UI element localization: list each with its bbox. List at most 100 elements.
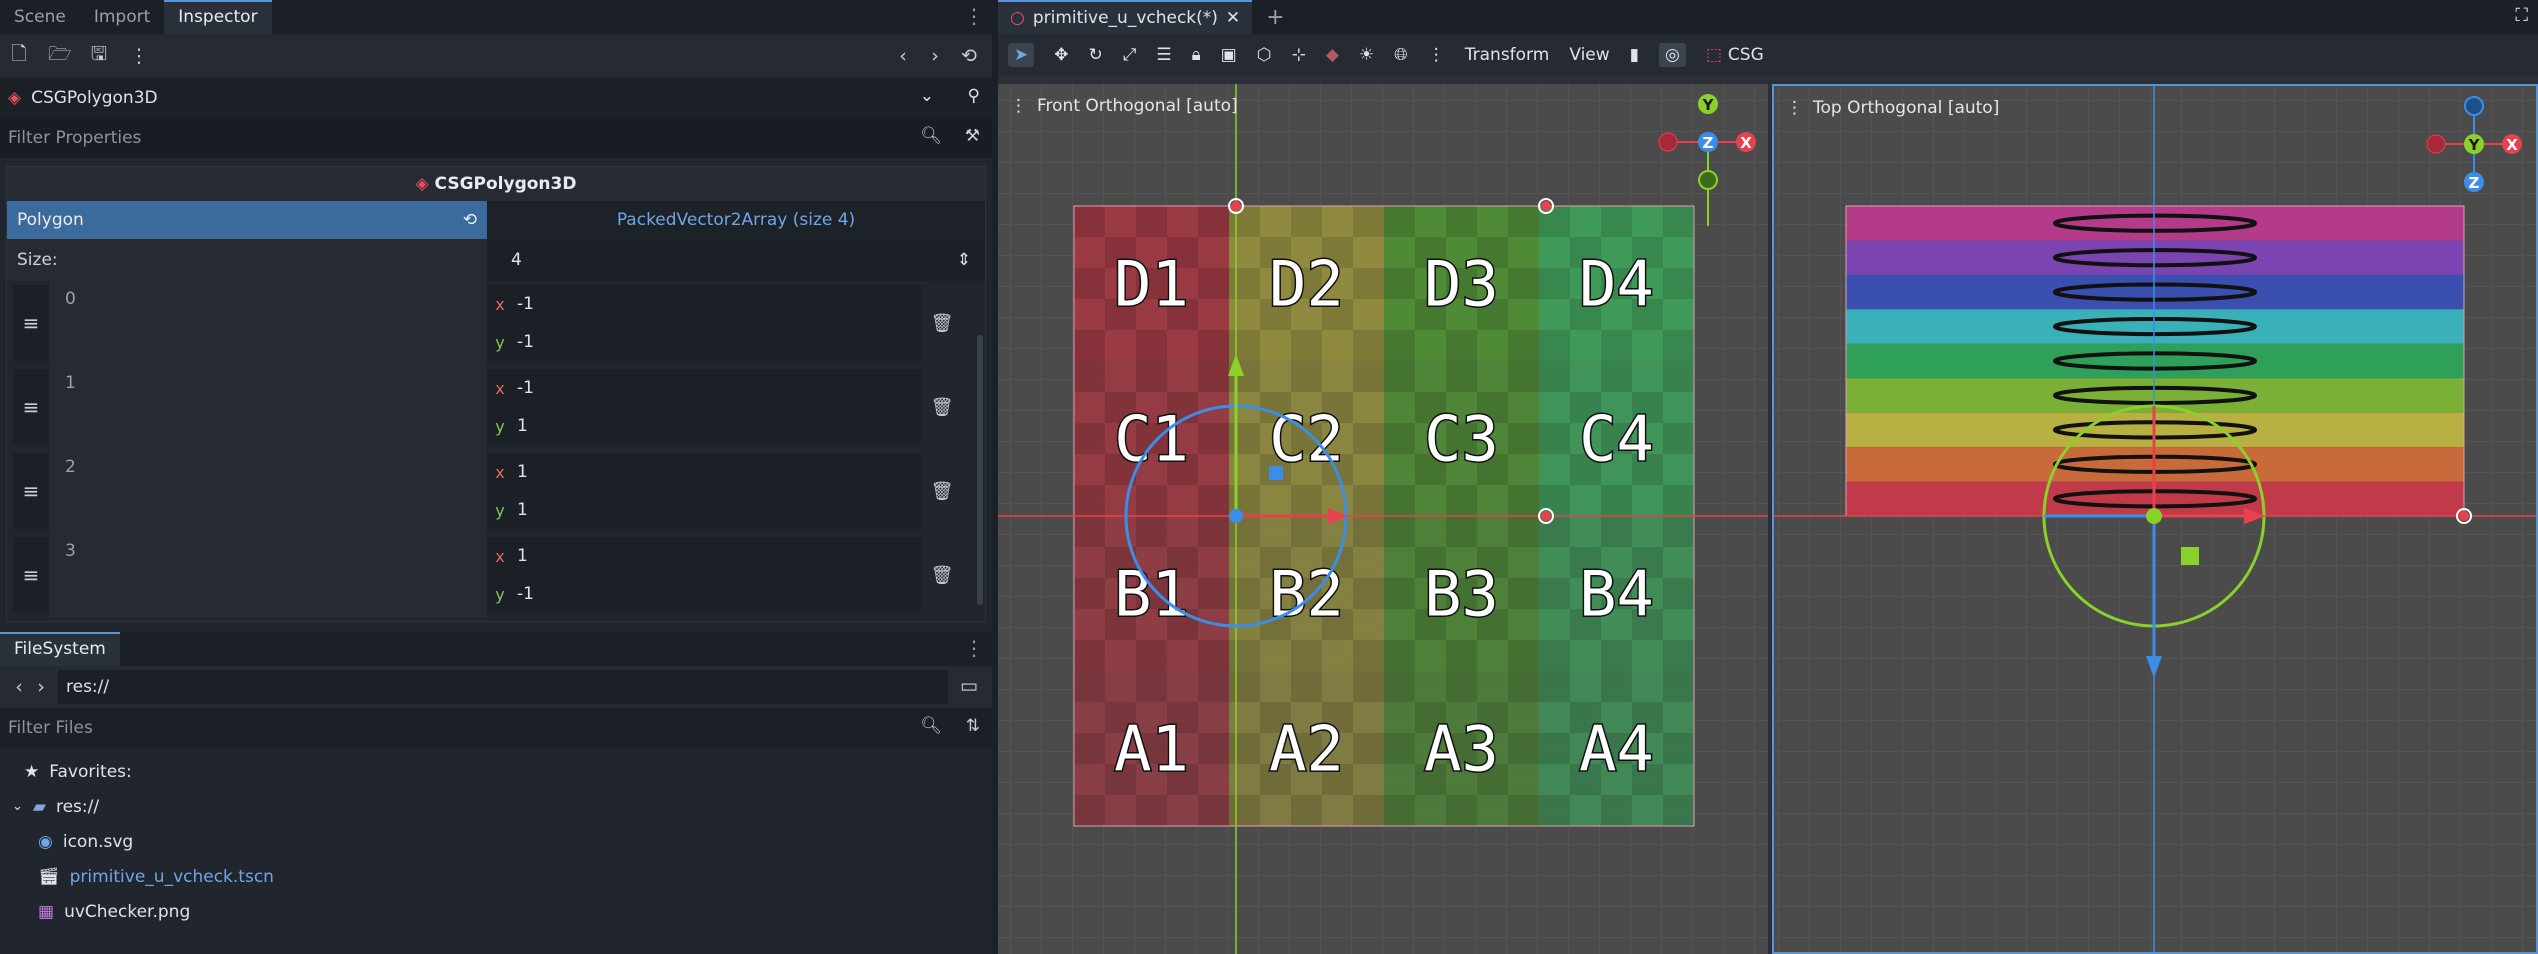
revert-icon[interactable]: ⟲: [463, 201, 477, 239]
view-menu[interactable]: View: [1569, 45, 1609, 65]
vector2-field[interactable]: x1 y -1: [487, 537, 921, 613]
more-icon[interactable]: ⋮: [128, 45, 150, 67]
favorites-item[interactable]: ★ Favorites:: [0, 754, 992, 789]
gizmo-neg-z-button[interactable]: [2464, 96, 2484, 116]
drag-handle-icon[interactable]: ≡: [13, 285, 49, 361]
polygon-value[interactable]: PackedVector2Array (size 4): [487, 201, 985, 239]
y-value[interactable]: 1: [513, 500, 528, 520]
x-value[interactable]: -1: [513, 378, 534, 398]
x-value[interactable]: 1: [513, 546, 528, 566]
chevron-down-icon[interactable]: ⌄: [920, 86, 934, 106]
front-viewport-menu[interactable]: ⋮ Front Orthogonal [auto]: [1010, 96, 1238, 116]
top-viewport[interactable]: Y X Z ⋮ Top Orthogonal [auto]: [1772, 84, 2538, 954]
plane-handle[interactable]: [1269, 466, 1283, 480]
top-viewport-canvas[interactable]: Y X Z: [1774, 86, 2536, 952]
move-tool-icon[interactable]: ✥: [1054, 45, 1068, 65]
tab-inspector[interactable]: Inspector: [164, 0, 272, 34]
drag-handle-icon[interactable]: ≡: [13, 537, 49, 613]
tab-scene[interactable]: Scene: [0, 0, 80, 34]
top-viewport-menu[interactable]: ⋮ Top Orthogonal [auto]: [1786, 98, 1999, 118]
viewport-menu-icon[interactable]: ⋮: [1010, 96, 1027, 116]
tools-icon[interactable]: ⚒: [965, 126, 980, 146]
node-selector[interactable]: ◈ CSGPolygon3D ⌄ ⚲: [0, 78, 992, 118]
snap-icon[interactable]: ⊹: [1292, 45, 1306, 65]
trash-icon[interactable]: 🗑: [921, 365, 963, 449]
select-tool-icon[interactable]: ➤: [1008, 43, 1035, 67]
bbox-handle-dot[interactable]: [1541, 201, 1551, 211]
vector2-field[interactable]: x -1 y -1: [487, 285, 921, 361]
gizmo-center[interactable]: [1229, 509, 1243, 523]
rotate-tool-icon[interactable]: ↻: [1089, 45, 1103, 65]
viewport-menu-icon[interactable]: ⋮: [1786, 98, 1803, 118]
trash-icon[interactable]: 🗑: [921, 533, 963, 617]
sort-icon[interactable]: ⇅: [966, 716, 980, 736]
polygon-property[interactable]: Polygon ⟲ PackedVector2Array (size 4): [7, 201, 985, 239]
bbox-handle-dot[interactable]: [2459, 511, 2469, 521]
bbox-handle-dot[interactable]: [1541, 511, 1551, 521]
file-item[interactable]: ▦ uvChecker.png: [0, 894, 992, 929]
more-icon[interactable]: ⋮: [1428, 45, 1445, 65]
csg-toggle-icon[interactable]: ◎: [1659, 43, 1686, 67]
open-folder-icon[interactable]: 🗁: [48, 40, 72, 72]
file-item[interactable]: 🎬︎ primitive_u_vcheck.tscn: [0, 859, 992, 894]
fullscreen-icon[interactable]: ⛶: [2515, 5, 2528, 26]
local-space-icon[interactable]: ⬡: [1257, 45, 1272, 65]
trash-icon[interactable]: 🗑: [921, 449, 963, 533]
forward-arrow-icon[interactable]: ›: [30, 676, 52, 698]
sun-icon[interactable]: ☀: [1359, 45, 1374, 65]
tab-import[interactable]: Import: [80, 0, 164, 34]
spinner-icon[interactable]: ⇕: [957, 239, 971, 281]
uv-subcell: [1198, 640, 1229, 671]
filter-properties-input[interactable]: Filter Properties 🔍︎ ⚒: [0, 118, 992, 158]
front-viewport-canvas[interactable]: D1 D2 D3 D4C1 C2 C3 C4B1 B2 B3 B4A1 A2 A3 A4: [998, 84, 1768, 954]
camera-icon[interactable]: ◆: [1326, 45, 1339, 65]
uv-cell-label: D1: [1114, 248, 1189, 321]
plane-handle[interactable]: [2181, 547, 2199, 565]
scene-tab[interactable]: ○ primitive_u_vcheck(*) ✕: [998, 0, 1253, 34]
vertical-scrollbar[interactable]: [977, 335, 983, 605]
csg-menu[interactable]: CSG: [1728, 45, 1764, 65]
save-icon[interactable]: 🖫: [88, 40, 110, 72]
split-view-icon[interactable]: ▭: [958, 675, 980, 697]
front-viewport[interactable]: D1 D2 D3 D4 C1 C2 C3 C4 B1 B2 B3 B4 A1 A2 A3 A4: [998, 84, 1768, 954]
path-input[interactable]: res://: [58, 670, 948, 704]
size-spinbox[interactable]: 4 ⇕: [487, 239, 985, 281]
vector2-field[interactable]: x1 y1: [487, 453, 921, 529]
trash-icon[interactable]: 🗑: [921, 281, 963, 365]
filter-files-input[interactable]: Filter Files 🔍︎ ⇅: [0, 708, 992, 748]
gizmo-neg-x-button[interactable]: [2426, 134, 2446, 154]
chevron-down-icon[interactable]: ⌄: [12, 799, 23, 814]
tab-filesystem[interactable]: FileSystem: [0, 632, 120, 666]
transform-menu[interactable]: Transform: [1465, 45, 1550, 65]
scale-tool-icon[interactable]: ⤢: [1123, 45, 1137, 65]
close-icon[interactable]: ✕: [1226, 8, 1240, 28]
new-resource-icon[interactable]: 🗋: [8, 40, 30, 72]
x-value[interactable]: -1: [513, 294, 534, 314]
gizmo-neg-y-button[interactable]: [1698, 170, 1718, 190]
back-arrow-icon[interactable]: ‹: [8, 676, 30, 698]
file-item[interactable]: ◉ icon.svg: [0, 824, 992, 859]
dock-menu-icon[interactable]: ⋮: [964, 637, 984, 659]
drag-handle-icon[interactable]: ≡: [13, 369, 49, 445]
node-tree-icon[interactable]: ⚲: [968, 86, 980, 106]
bbox-handle-dot[interactable]: [1231, 201, 1241, 211]
gizmo-toggle-icon[interactable]: ▮: [1630, 45, 1639, 65]
gizmo-neg-x-button[interactable]: [1658, 132, 1678, 152]
gizmo-center[interactable]: [2146, 508, 2162, 524]
forward-arrow-icon[interactable]: ›: [924, 45, 946, 67]
y-value[interactable]: -1: [513, 332, 534, 352]
list-select-icon[interactable]: ☰: [1156, 45, 1171, 65]
y-value[interactable]: -1: [513, 584, 534, 604]
y-value[interactable]: 1: [513, 416, 528, 436]
add-tab-button[interactable]: +: [1266, 5, 1284, 30]
root-folder-item[interactable]: ⌄ ▰ res://: [0, 789, 992, 824]
x-value[interactable]: 1: [513, 462, 528, 482]
vector2-field[interactable]: x -1 y1: [487, 369, 921, 445]
dock-menu-icon[interactable]: ⋮: [964, 5, 984, 27]
back-arrow-icon[interactable]: ‹: [892, 45, 914, 67]
history-icon[interactable]: ⟲: [958, 45, 980, 67]
drag-handle-icon[interactable]: ≡: [13, 453, 49, 529]
group-icon[interactable]: ▣: [1221, 45, 1237, 65]
lock-icon[interactable]: 🔒︎: [1192, 45, 1201, 65]
environment-icon[interactable]: 🌐︎: [1394, 45, 1408, 65]
